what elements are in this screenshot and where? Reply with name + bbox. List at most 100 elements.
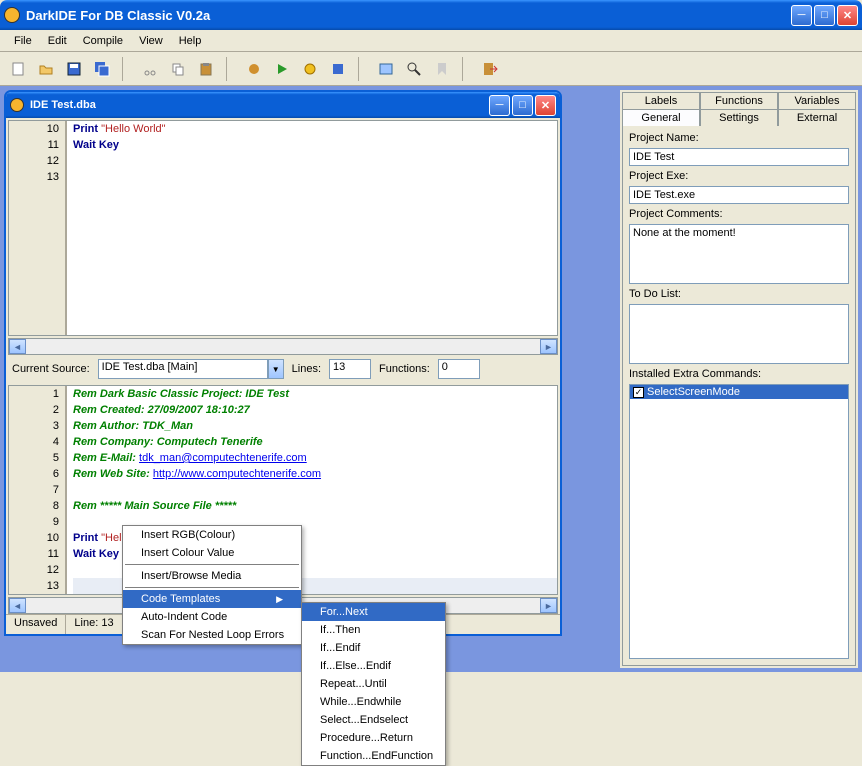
code-line[interactable]: Wait Key xyxy=(73,137,557,153)
menu-item[interactable]: Insert RGB(Colour) xyxy=(123,526,301,544)
menu-separator xyxy=(125,587,299,588)
menu-label: Insert RGB(Colour) xyxy=(141,529,235,541)
app-icon xyxy=(4,7,20,23)
code-line[interactable] xyxy=(73,482,557,498)
gutter: 10111213 xyxy=(9,121,67,335)
find-icon[interactable] xyxy=(402,57,426,81)
editor-max-button[interactable]: □ xyxy=(512,95,533,116)
scroll-right-icon[interactable]: ► xyxy=(540,598,557,613)
close-button[interactable]: ✕ xyxy=(837,5,858,26)
comments-input[interactable]: None at the moment! xyxy=(629,224,849,284)
code-line[interactable]: Rem Author: TDK_Man xyxy=(73,418,557,434)
tab-labels[interactable]: Labels xyxy=(622,92,700,109)
source-select[interactable]: IDE Test.dba [Main] xyxy=(98,359,268,379)
menu-edit[interactable]: Edit xyxy=(40,33,75,49)
build-icon[interactable] xyxy=(326,57,350,81)
app-title: DarkIDE For DB Classic V0.2a xyxy=(26,8,791,23)
maximize-button[interactable]: □ xyxy=(814,5,835,26)
menu-item[interactable]: If...Else...Endif xyxy=(302,657,445,675)
code-line[interactable]: Rem E-Mail: tdk_man@computechtenerife.co… xyxy=(73,450,557,466)
line-number: 1 xyxy=(9,386,59,402)
menu-item[interactable]: Repeat...Until xyxy=(302,675,445,693)
code-line[interactable]: Rem Company: Computech Tenerife xyxy=(73,434,557,450)
mdi-area: IDE Test.dba ─ □ ✕ 10111213 Print "Hello… xyxy=(4,90,616,668)
tab-general[interactable]: General xyxy=(622,109,700,126)
tab-external[interactable]: External xyxy=(778,109,856,126)
window-icon[interactable] xyxy=(374,57,398,81)
menu-item[interactable]: If...Then xyxy=(302,621,445,639)
functions-label: Functions: xyxy=(379,363,430,375)
status-unsaved: Unsaved xyxy=(6,615,66,634)
scroll-left-icon[interactable]: ◄ xyxy=(9,598,26,613)
copy-icon[interactable] xyxy=(166,57,190,81)
menu-label: Code Templates xyxy=(141,593,220,605)
preview-editor[interactable]: 10111213 Print "Hello World"Wait Key xyxy=(8,120,558,336)
menu-item[interactable]: While...Endwhile xyxy=(302,693,445,711)
comments-label: Project Comments: xyxy=(629,208,849,220)
bookmark-icon[interactable] xyxy=(430,57,454,81)
menu-item[interactable]: Code Templates ▶ xyxy=(123,590,301,608)
code-line[interactable] xyxy=(73,153,557,169)
menu-item[interactable]: Insert Colour Value xyxy=(123,544,301,562)
open-icon[interactable] xyxy=(34,57,58,81)
code-line[interactable] xyxy=(73,169,557,185)
extra-commands-label: Installed Extra Commands: xyxy=(629,368,849,380)
run-icon[interactable] xyxy=(270,57,294,81)
menu-help[interactable]: Help xyxy=(171,33,210,49)
h-scrollbar[interactable]: ◄ ► xyxy=(8,338,558,355)
menu-item[interactable]: If...Endif xyxy=(302,639,445,657)
menu-item[interactable]: Function...EndFunction xyxy=(302,747,445,765)
save-all-icon[interactable] xyxy=(90,57,114,81)
line-number: 10 xyxy=(9,530,59,546)
menu-item[interactable]: Select...Endselect xyxy=(302,711,445,729)
checkbox-icon[interactable]: ✓ xyxy=(633,387,644,398)
line-number: 4 xyxy=(9,434,59,450)
exit-icon[interactable] xyxy=(478,57,502,81)
line-number: 3 xyxy=(9,418,59,434)
paste-icon[interactable] xyxy=(194,57,218,81)
menu-separator xyxy=(125,564,299,565)
minimize-button[interactable]: ─ xyxy=(791,5,812,26)
scroll-right-icon[interactable]: ► xyxy=(540,339,557,354)
media-icon[interactable] xyxy=(242,57,266,81)
code-line[interactable]: Print "Hello World" xyxy=(73,121,557,137)
submenu-arrow-icon: ▶ xyxy=(276,594,283,605)
line-number: 11 xyxy=(9,137,59,153)
cut-icon[interactable] xyxy=(138,57,162,81)
menu-item[interactable]: For...Next xyxy=(302,603,445,621)
todo-input[interactable] xyxy=(629,304,849,364)
list-item[interactable]: ✓ SelectScreenMode xyxy=(630,385,848,399)
editor-title: IDE Test.dba xyxy=(30,99,489,111)
code-line[interactable]: Rem Created: 27/09/2007 18:10:27 xyxy=(73,402,557,418)
save-icon[interactable] xyxy=(62,57,86,81)
new-icon[interactable] xyxy=(6,57,30,81)
code-area[interactable]: Print "Hello World"Wait Key xyxy=(67,121,557,335)
code-line[interactable]: Rem ***** Main Source File ***** xyxy=(73,498,557,514)
menu-compile[interactable]: Compile xyxy=(75,33,131,49)
scroll-track[interactable] xyxy=(26,339,540,354)
menu-item[interactable]: Insert/Browse Media xyxy=(123,567,301,585)
project-exe-label: Project Exe: xyxy=(629,170,849,182)
menu-item[interactable]: Scan For Nested Loop Errors xyxy=(123,626,301,644)
tab-variables[interactable]: Variables xyxy=(778,92,856,109)
menu-file[interactable]: File xyxy=(6,33,40,49)
menu-bar: File Edit Compile View Help xyxy=(0,30,862,52)
scroll-left-icon[interactable]: ◄ xyxy=(9,339,26,354)
extra-commands-list[interactable]: ✓ SelectScreenMode xyxy=(629,384,849,659)
tab-functions[interactable]: Functions xyxy=(700,92,778,109)
compile-icon[interactable] xyxy=(298,57,322,81)
menu-label: Auto-Indent Code xyxy=(141,611,227,623)
dropdown-icon[interactable]: ▼ xyxy=(268,359,284,379)
menu-item[interactable]: Procedure...Return xyxy=(302,729,445,747)
editor-close-button[interactable]: ✕ xyxy=(535,95,556,116)
menu-item[interactable]: Auto-Indent Code xyxy=(123,608,301,626)
gutter: 12345678910111213 xyxy=(9,386,67,594)
code-line[interactable]: Rem Web Site: http://www.computechteneri… xyxy=(73,466,557,482)
menu-view[interactable]: View xyxy=(131,33,171,49)
tab-settings[interactable]: Settings xyxy=(700,109,778,126)
project-name-input[interactable]: IDE Test xyxy=(629,148,849,166)
project-exe-input[interactable]: IDE Test.exe xyxy=(629,186,849,204)
tabs: LabelsFunctionsVariables GeneralSettingsE… xyxy=(622,92,856,126)
code-line[interactable]: Rem Dark Basic Classic Project: IDE Test xyxy=(73,386,557,402)
editor-min-button[interactable]: ─ xyxy=(489,95,510,116)
